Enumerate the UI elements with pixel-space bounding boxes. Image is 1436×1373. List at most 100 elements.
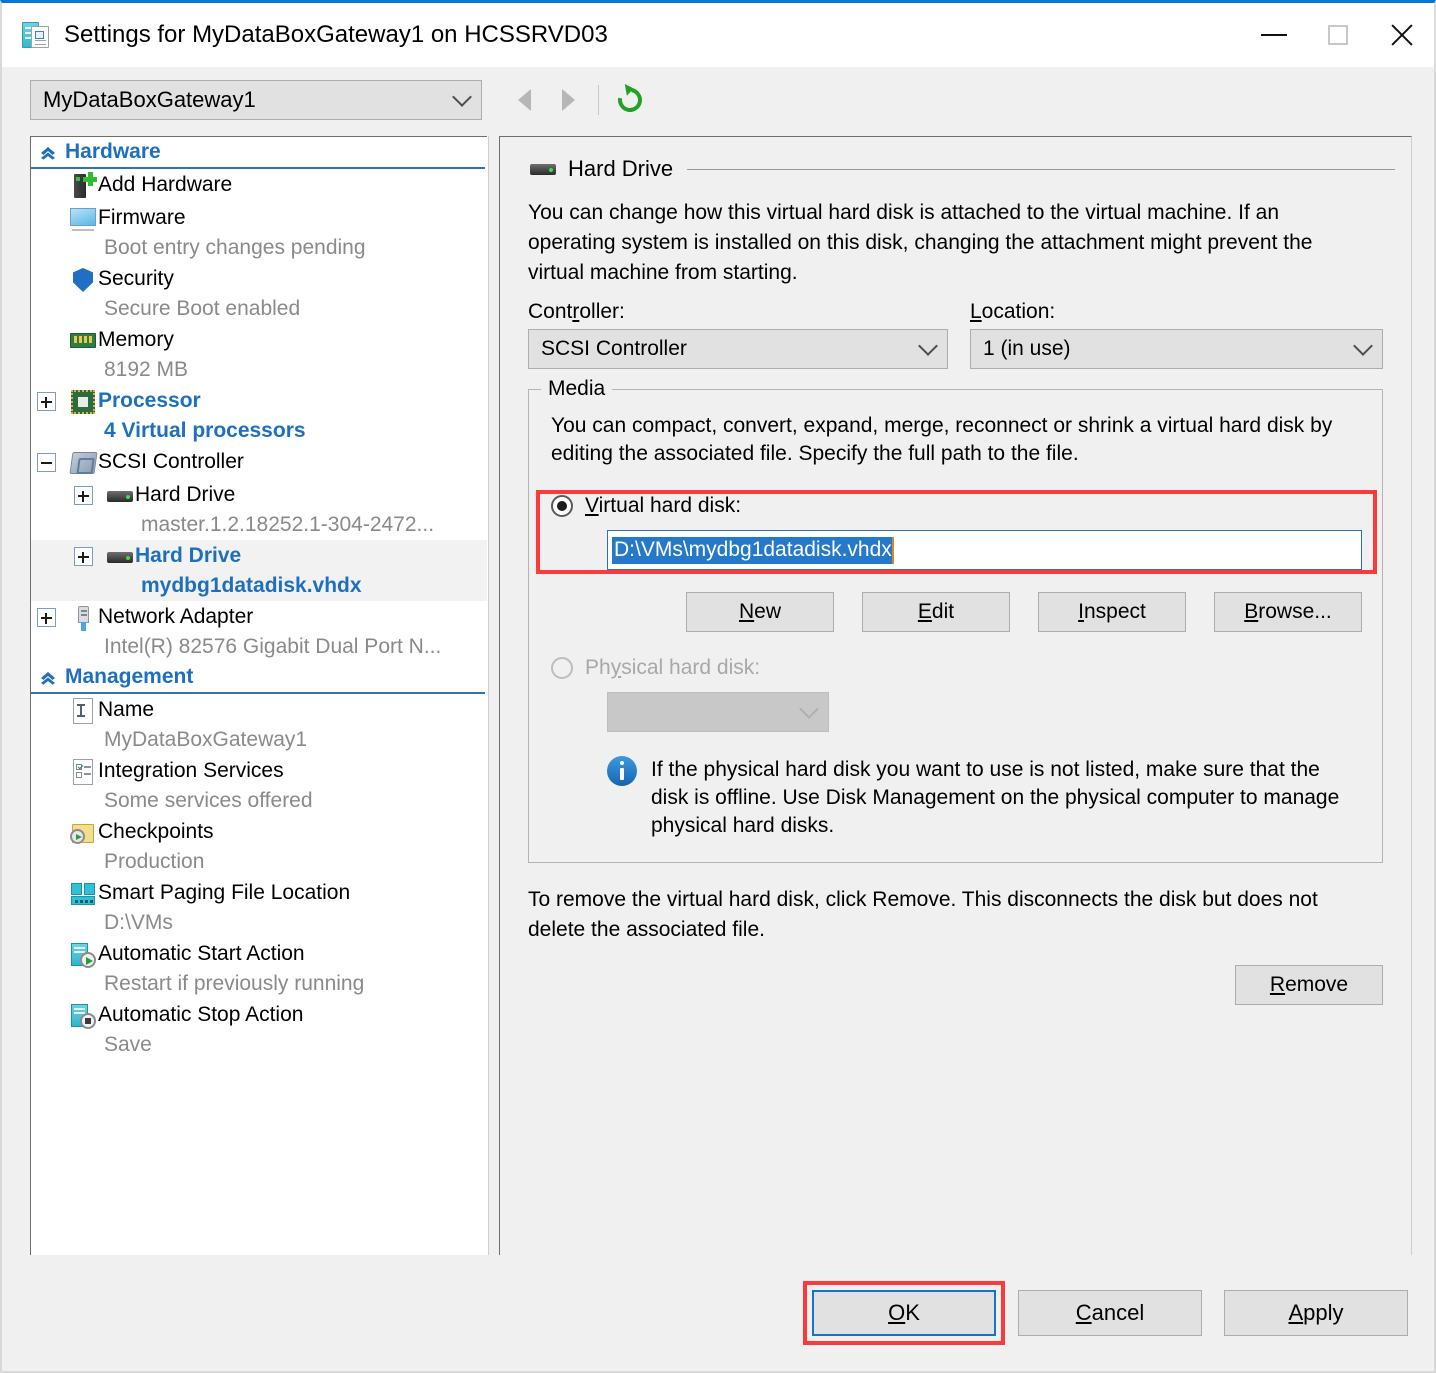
dialog-footer: OK Cancel Apply <box>2 1255 1434 1371</box>
panel-description: You can change how this virtual hard dis… <box>528 201 1313 284</box>
toolbar: MyDataBoxGateway1 <box>2 67 1434 133</box>
chevron-down-icon <box>1353 335 1373 356</box>
chevron-down-icon <box>452 86 472 107</box>
chevron-down-icon <box>799 698 819 719</box>
firmware-icon <box>68 204 98 234</box>
physical-hard-disk-radio-row[interactable]: Physical hard disk: <box>551 656 1362 680</box>
expand-icon[interactable] <box>37 608 56 627</box>
tree-item-title: Automatic Stop Action <box>98 1003 304 1026</box>
info-icon <box>607 756 637 786</box>
tree-item-sub: Secure Boot enabled <box>104 297 301 320</box>
vm-selector-value: MyDataBoxGateway1 <box>43 87 256 112</box>
virtual-hard-disk-field[interactable]: D:\VMs\mydbg1datadisk.vhdx <box>607 530 1362 570</box>
tree-item-hard-drive[interactable]: Hard Drive master.1.2.18252.1-304-2472... <box>31 479 487 540</box>
close-button[interactable] <box>1370 3 1434 67</box>
arrow-left-icon <box>517 89 531 111</box>
edit-button[interactable]: Edit <box>862 592 1010 632</box>
location-value: 1 (in use) <box>982 337 1071 360</box>
physical-hard-disk-dropdown[interactable] <box>607 692 829 732</box>
tree-item-sub: Production <box>104 850 205 873</box>
remove-note: To remove the virtual hard disk, click R… <box>528 888 1318 941</box>
back-button[interactable] <box>502 78 546 122</box>
tree-item-automatic-start-action[interactable]: Automatic Start Action Restart if previou… <box>31 938 487 999</box>
tree-item-sub: D:\VMs <box>104 911 173 934</box>
tree-item-title: Memory <box>98 328 174 351</box>
tree-item-network-adapter[interactable]: Network Adapter Intel(R) 82576 Gigabit Du… <box>31 601 487 662</box>
tree-item-security[interactable]: Security Secure Boot enabled <box>31 263 487 324</box>
tree-item-text: Integration Services Some services offere… <box>98 755 313 816</box>
browse-button[interactable]: Browse... <box>1214 592 1362 632</box>
chevron-up-icon <box>37 669 59 685</box>
smart-paging-icon <box>68 879 98 909</box>
toolbar-separator <box>598 85 599 115</box>
tree-item-processor[interactable]: Processor 4 Virtual processors <box>31 385 487 446</box>
tree-item-smart-paging-file-location[interactable]: Smart Paging File Location D:\VMs <box>31 877 487 938</box>
location-label: Location: <box>969 300 1056 323</box>
tree-item-sub: Some services offered <box>104 789 313 812</box>
tree-item-firmware[interactable]: Firmware Boot entry changes pending <box>31 202 487 263</box>
vm-selector-dropdown[interactable]: MyDataBoxGateway1 <box>30 80 482 120</box>
tree-item-sub: 8192 MB <box>104 358 189 381</box>
tree-item-memory[interactable]: Memory 8192 MB <box>31 324 487 385</box>
maximize-button[interactable] <box>1306 3 1370 67</box>
tree-item-title: Smart Paging File Location <box>98 881 351 904</box>
expand-icon[interactable] <box>37 392 56 411</box>
virtual-hard-disk-radio-row[interactable]: Virtual hard disk: <box>551 494 1362 518</box>
tree-item-title: Security <box>98 267 174 290</box>
network-adapter-icon <box>68 603 98 633</box>
shield-icon <box>68 265 98 295</box>
remove-button[interactable]: Remove <box>1235 965 1383 1005</box>
tree-item-sub: Save <box>104 1033 152 1056</box>
expand-icon[interactable] <box>74 547 93 566</box>
tree-item-checkpoints[interactable]: Checkpoints Production <box>31 816 487 877</box>
tree-item-title: Processor <box>98 389 201 412</box>
tree-item-text: Hard Drive mydbg1datadisk.vhdx <box>135 540 362 601</box>
title-bar: Settings for MyDataBoxGateway1 on HCSSRV… <box>2 3 1434 67</box>
tree-item-text: Processor 4 Virtual processors <box>98 385 306 446</box>
integration-services-icon <box>68 757 98 787</box>
apply-button[interactable]: Apply <box>1224 1290 1408 1336</box>
tree-item-sub: Boot entry changes pending <box>104 236 366 259</box>
hard-drive-settings-panel: Hard Drive You can change how this virtu… <box>499 136 1412 1258</box>
header-divider <box>687 168 1395 170</box>
tree-item-hard-drive[interactable]: Hard Drive mydbg1datadisk.vhdx <box>31 540 487 601</box>
tree-item-text: Smart Paging File Location D:\VMs <box>98 877 350 938</box>
tree-item-title: Name <box>98 698 155 721</box>
expand-icon[interactable] <box>74 486 93 505</box>
tree-section-hardware[interactable]: Hardware <box>31 137 485 169</box>
tree-item-title: Hard Drive <box>135 544 242 567</box>
forward-button[interactable] <box>546 78 590 122</box>
arrow-right-icon <box>561 89 575 111</box>
tree-item-scsi-controller[interactable]: SCSI Controller <box>31 446 487 479</box>
chevron-up-icon <box>37 144 59 160</box>
cancel-button[interactable]: Cancel <box>1018 1290 1202 1336</box>
physical-hard-disk-radio[interactable] <box>551 657 573 679</box>
controller-dropdown[interactable]: SCSI Controller <box>528 329 948 369</box>
tree-item-text: Automatic Stop Action Save <box>98 999 303 1060</box>
tree-item-sub: MyDataBoxGateway1 <box>104 728 308 751</box>
auto-start-icon <box>68 940 98 970</box>
inspect-button[interactable]: Inspect <box>1038 592 1186 632</box>
tree-item-automatic-stop-action[interactable]: Automatic Stop Action Save <box>31 999 487 1060</box>
ok-button[interactable]: OK <box>812 1290 996 1336</box>
scsi-controller-icon <box>68 448 98 478</box>
tree-item-text: Checkpoints Production <box>98 816 214 877</box>
tree-item-title: Firmware <box>98 206 186 229</box>
minimize-button[interactable] <box>1242 3 1306 67</box>
settings-tree[interactable]: Hardware Add Hardware Firmware Boot entry c… <box>30 136 487 1256</box>
tree-item-integration-services[interactable]: Integration Services Some services offere… <box>31 755 487 816</box>
virtual-hard-disk-value: D:\VMs\mydbg1datadisk.vhdx <box>612 536 894 564</box>
chevron-down-icon <box>918 335 938 356</box>
tree-section-management[interactable]: Management <box>31 662 485 694</box>
new-button[interactable]: New <box>686 592 834 632</box>
collapse-icon[interactable] <box>37 453 56 472</box>
tree-item-name[interactable]: Name MyDataBoxGateway1 <box>31 694 487 755</box>
tree-item-text: Firmware Boot entry changes pending <box>98 202 366 263</box>
virtual-hard-disk-radio[interactable] <box>551 495 573 517</box>
tree-item-text: Hard Drive master.1.2.18252.1-304-2472... <box>135 479 434 540</box>
refresh-button[interactable] <box>613 83 647 117</box>
location-dropdown[interactable]: 1 (in use) <box>969 329 1383 369</box>
media-groupbox: Media You can compact, convert, expand, … <box>528 377 1383 863</box>
tree-item-add-hardware[interactable]: Add Hardware <box>31 169 487 202</box>
tree-item-title: Network Adapter <box>98 605 254 628</box>
